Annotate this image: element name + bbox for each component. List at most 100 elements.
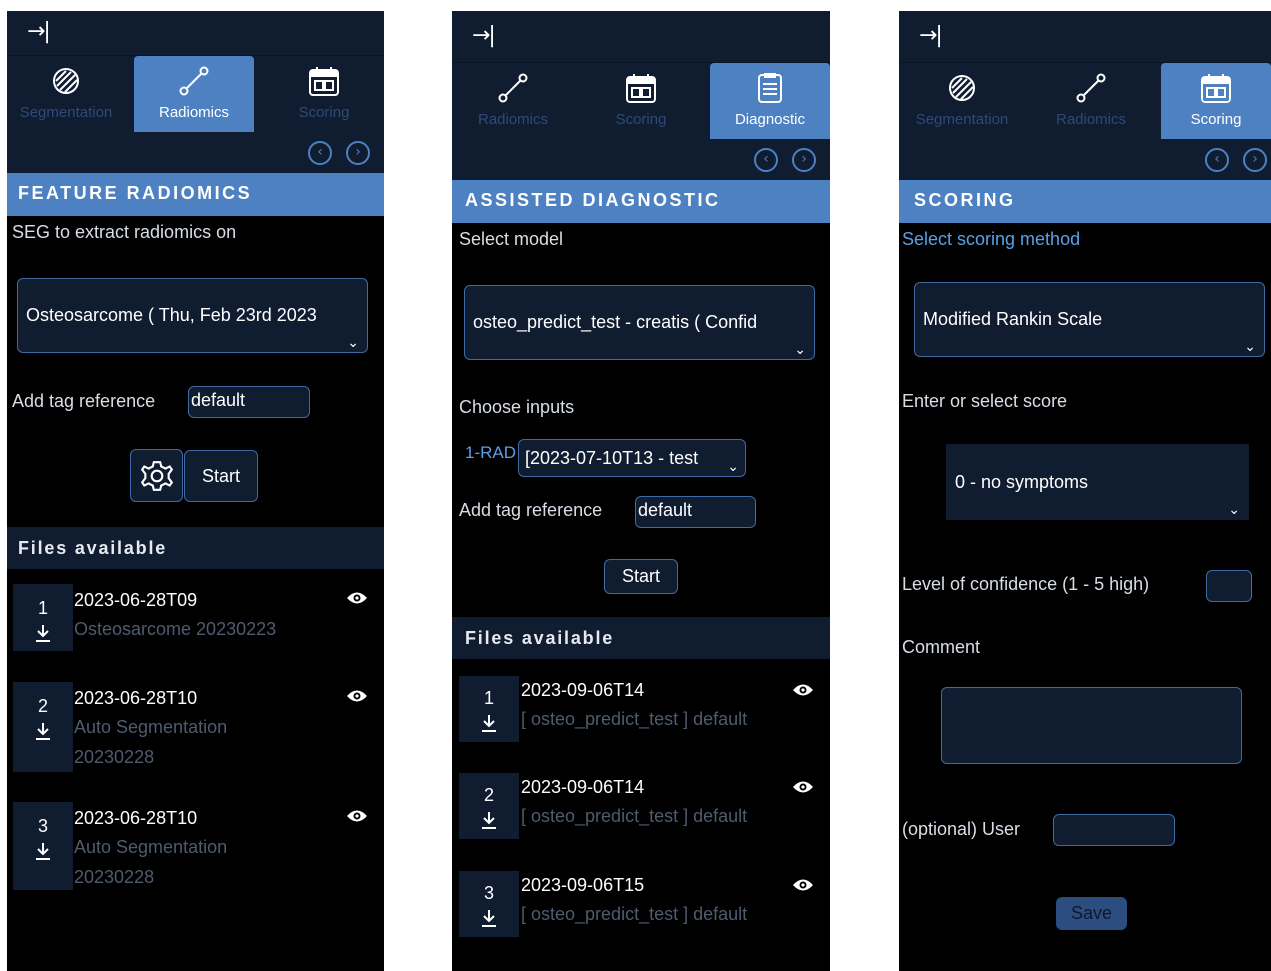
download-icon[interactable] xyxy=(33,623,53,643)
input-select-value: [2023-07-10T13 - test xyxy=(525,448,699,468)
seg-label: SEG to extract radiomics on xyxy=(12,222,237,242)
file-name[interactable]: 2023-09-06T15 xyxy=(521,875,644,896)
method-select-value: Modified Rankin Scale xyxy=(923,309,1103,329)
file-number[interactable]: 3 xyxy=(13,802,73,890)
tab-strip: Radiomics Scoring Diagnostic xyxy=(452,62,830,142)
file-number[interactable]: 2 xyxy=(459,773,519,839)
file-name[interactable]: 2023-06-28T10 xyxy=(74,808,197,829)
scoring-icon xyxy=(584,71,698,107)
chevron-down-icon: ⌄ xyxy=(347,334,359,351)
diagnostic-panel: →| Radiomics Scoring Diagnostic ‹ › ASSI… xyxy=(452,11,830,971)
score-select[interactable]: 0 - no symptoms ⌄ xyxy=(946,444,1249,520)
file-number[interactable]: 3 xyxy=(459,871,519,937)
tab-diagnostic[interactable]: Diagnostic xyxy=(710,63,830,139)
inputs-label: Choose inputs xyxy=(459,397,575,417)
section-title: ASSISTED DIAGNOSTIC xyxy=(452,180,830,223)
chevron-down-icon: ⌄ xyxy=(794,341,806,358)
chevron-down-icon: ⌄ xyxy=(1244,338,1256,355)
model-select[interactable]: osteo_predict_test - creatis ( Confid ⌄ xyxy=(464,285,815,360)
tab-radiomics[interactable]: Radiomics xyxy=(1034,63,1148,139)
tab-segmentation[interactable]: Segmentation xyxy=(9,56,123,132)
tag-label: Add tag reference xyxy=(459,500,603,520)
tag-input[interactable]: default xyxy=(188,386,310,418)
tab-radiomics[interactable]: Radiomics xyxy=(456,63,570,139)
collapse-panel-icon[interactable]: →| xyxy=(919,23,943,48)
segmentation-icon xyxy=(9,64,123,100)
tab-strip: Segmentation Radiomics Scoring xyxy=(7,55,384,135)
file-name[interactable]: 2023-09-06T14 xyxy=(521,680,644,701)
eye-icon[interactable] xyxy=(346,688,368,704)
start-button[interactable]: Start xyxy=(604,559,678,594)
tag-input[interactable]: default xyxy=(635,496,756,528)
tab-strip: Segmentation Radiomics Scoring xyxy=(899,62,1271,142)
chevron-right-icon[interactable]: › xyxy=(1243,148,1267,172)
eye-icon[interactable] xyxy=(792,877,814,893)
file-description: Auto Segmentation 20230228 xyxy=(74,717,228,767)
tab-radiomics[interactable]: Radiomics xyxy=(134,56,254,132)
file-number[interactable]: 1 xyxy=(459,676,519,742)
chevron-left-icon[interactable]: ‹ xyxy=(754,148,778,172)
method-select[interactable]: Modified Rankin Scale ⌄ xyxy=(914,282,1265,357)
chevron-right-icon[interactable]: › xyxy=(792,148,816,172)
file-number[interactable]: 2 xyxy=(13,682,73,772)
eye-icon[interactable] xyxy=(792,779,814,795)
scoring-icon xyxy=(267,64,381,100)
section-title: FEATURE RADIOMICS xyxy=(7,173,384,216)
user-input[interactable] xyxy=(1053,814,1175,846)
files-available-header: Files available xyxy=(7,527,384,569)
file-description: [ osteo_predict_test ] default xyxy=(521,806,748,826)
settings-button[interactable] xyxy=(130,449,183,502)
panel-topbar: →| xyxy=(452,11,830,62)
confidence-input[interactable] xyxy=(1206,570,1252,602)
save-button[interactable]: Save xyxy=(1056,897,1127,930)
radiomics-icon xyxy=(456,71,570,107)
comment-label: Comment xyxy=(902,637,981,657)
download-icon[interactable] xyxy=(479,908,499,928)
chevron-left-icon[interactable]: ‹ xyxy=(308,141,332,165)
diagnostic-icon xyxy=(710,71,830,107)
collapse-panel-icon[interactable]: →| xyxy=(472,23,496,48)
score-select-value: 0 - no symptoms xyxy=(955,472,1089,492)
eye-icon[interactable] xyxy=(346,590,368,606)
tab-label: Segmentation xyxy=(915,111,1009,128)
tab-scoring[interactable]: Scoring xyxy=(1161,63,1271,139)
collapse-panel-icon[interactable]: →| xyxy=(27,19,51,44)
tab-scoring[interactable]: Scoring xyxy=(584,63,698,139)
file-description: [ osteo_predict_test ] default xyxy=(521,709,748,729)
file-number[interactable]: 1 xyxy=(13,584,73,651)
comment-textarea[interactable] xyxy=(941,687,1242,764)
download-icon[interactable] xyxy=(33,841,53,861)
chevron-right-icon[interactable]: › xyxy=(346,141,370,165)
method-label: Select scoring method xyxy=(902,229,1081,249)
chevron-down-icon: ⌄ xyxy=(727,449,739,476)
confidence-label: Level of confidence (1 - 5 high) xyxy=(902,574,1150,594)
model-label: Select model xyxy=(459,229,564,249)
download-icon[interactable] xyxy=(33,721,53,741)
file-name[interactable]: 2023-09-06T14 xyxy=(521,777,644,798)
scoring-panel: →| Segmentation Radiomics Scoring ‹ › SC… xyxy=(899,11,1271,971)
tab-label: Diagnostic xyxy=(734,111,806,128)
eye-icon[interactable] xyxy=(792,682,814,698)
tab-label: Segmentation xyxy=(19,104,113,121)
tab-segmentation[interactable]: Segmentation xyxy=(905,63,1019,139)
eye-icon[interactable] xyxy=(346,808,368,824)
download-icon[interactable] xyxy=(479,810,499,830)
tab-scoring[interactable]: Scoring xyxy=(267,56,381,132)
chevron-left-icon[interactable]: ‹ xyxy=(1205,148,1229,172)
download-icon[interactable] xyxy=(479,713,499,733)
tab-label: Scoring xyxy=(1190,111,1242,128)
score-label: Enter or select score xyxy=(902,391,1068,411)
start-button[interactable]: Start xyxy=(184,450,258,502)
seg-select[interactable]: Osteosarcome ( Thu, Feb 23rd 2023 ⌄ xyxy=(17,278,368,353)
model-select-value: osteo_predict_test - creatis ( Confid xyxy=(473,312,758,332)
input-select[interactable]: [2023-07-10T13 - test ⌄ xyxy=(518,439,746,477)
tab-pager: ‹ › xyxy=(7,135,384,173)
radiomics-panel: →| Segmentation Radiomics Scoring ‹ › FE… xyxy=(7,11,384,971)
tab-pager: ‹ › xyxy=(899,142,1271,180)
gear-icon xyxy=(140,461,173,491)
file-name[interactable]: 2023-06-28T10 xyxy=(74,688,197,709)
tab-label: Scoring xyxy=(615,111,667,128)
file-name[interactable]: 2023-06-28T09 xyxy=(74,590,197,611)
panel-topbar: →| xyxy=(899,11,1271,62)
tab-label: Radiomics xyxy=(158,104,230,121)
